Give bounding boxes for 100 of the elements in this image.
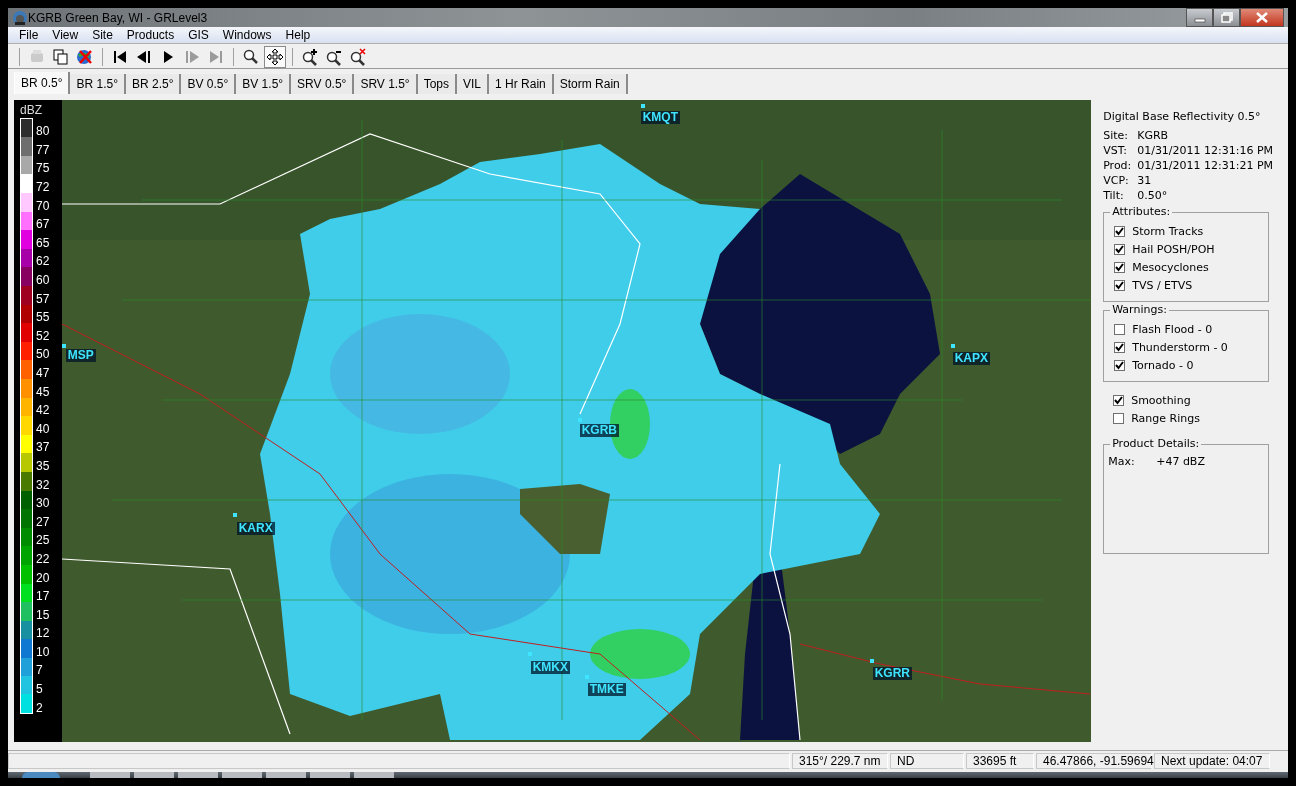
legend-value: 22 — [36, 552, 50, 565]
checkbox-label[interactable]: Hail POSH/POH — [1132, 243, 1215, 257]
info-value: KGRB — [1137, 128, 1169, 144]
menu-item[interactable]: View — [45, 27, 86, 42]
window-title: KGRB Green Bay, WI - GRLevel3 — [28, 10, 209, 25]
status-text: 46.47866, -91.59694 — [1036, 752, 1152, 769]
detail-label: Max: — [1108, 454, 1136, 468]
magnifier-icon — [242, 47, 260, 66]
menu-item[interactable]: Windows — [215, 27, 279, 42]
radar-app-icon — [12, 9, 28, 26]
legend-value: 60 — [36, 274, 50, 286]
checkbox-label[interactable]: Smoothing — [1131, 394, 1191, 408]
legend-value: 77 — [36, 143, 50, 156]
copy-icon — [52, 47, 70, 66]
checkbox[interactable] — [1114, 324, 1126, 336]
tab[interactable]: BV 0.5° — [181, 73, 237, 94]
move-arrows-icon — [266, 47, 284, 66]
tab[interactable]: BR 0.5° — [14, 71, 71, 94]
legend-value: 17 — [36, 590, 50, 603]
status-text: 315°/ 229.7 nm — [792, 752, 888, 769]
detail-value: +47 dBZ — [1156, 454, 1205, 468]
checkbox-label[interactable]: Mesocyclones — [1132, 261, 1209, 275]
menu-item[interactable]: GIS — [181, 27, 216, 42]
tab[interactable]: 1 Hr Rain — [489, 73, 554, 94]
checkbox[interactable] — [1114, 342, 1126, 354]
legend-value: 30 — [36, 497, 50, 510]
checkbox-label[interactable]: TVS / ETVS — [1132, 279, 1193, 293]
checkbox[interactable] — [1114, 262, 1126, 274]
legend-value: 65 — [36, 236, 50, 249]
tab[interactable]: Storm Rain — [553, 73, 628, 94]
checkbox-label[interactable]: Thunderstorm - 0 — [1132, 341, 1228, 355]
checkbox[interactable] — [1114, 360, 1126, 372]
product-title: Digital Base Reflectivity 0.5° — [1103, 109, 1262, 123]
menu-item[interactable]: Site — [85, 27, 120, 42]
legend-value: 25 — [36, 534, 50, 547]
menu-item[interactable]: Products — [119, 27, 182, 42]
group-title: Product Details: — [1110, 436, 1202, 450]
tab[interactable]: SRV 1.5° — [354, 73, 418, 94]
status-text: ND — [890, 752, 964, 769]
legend-value: 20 — [36, 571, 50, 584]
toolbar-button[interactable] — [264, 45, 286, 68]
legend-value: 27 — [36, 515, 50, 528]
info-label: Site: — [1103, 128, 1129, 144]
legend-unit: dBZ — [20, 102, 43, 119]
checkbox[interactable] — [1114, 244, 1126, 256]
legend-value: 52 — [36, 329, 50, 342]
legend-value: 2 — [36, 701, 43, 714]
legend-value: 47 — [36, 366, 50, 379]
status-text: 33695 ft — [966, 752, 1034, 769]
checkbox-label[interactable]: Tornado - 0 — [1132, 359, 1194, 373]
tab[interactable]: BR 2.5° — [125, 73, 182, 94]
checkbox[interactable] — [1113, 413, 1125, 425]
status-text: Next update: 04:07 — [1154, 752, 1270, 769]
tab[interactable]: VIL — [457, 73, 490, 94]
legend-value: 75 — [36, 162, 50, 175]
group-title: Warnings: — [1110, 302, 1169, 316]
info-label: VCP: — [1103, 173, 1130, 189]
close-button[interactable] — [1240, 8, 1284, 27]
legend-value: 70 — [36, 199, 50, 212]
tab[interactable]: SRV 0.5° — [291, 73, 355, 94]
minimize-button[interactable] — [1186, 8, 1213, 27]
info-value: 01/31/2011 12:31:16 PM — [1137, 143, 1274, 159]
legend-value: 15 — [36, 608, 50, 621]
site-marker — [950, 343, 955, 348]
menu-item[interactable]: File — [12, 27, 46, 42]
check-icon — [1114, 396, 1124, 406]
checkbox[interactable] — [1114, 280, 1126, 292]
legend-value: 5 — [36, 683, 43, 696]
legend-value: 7 — [36, 664, 43, 677]
info-value: 0.50° — [1137, 188, 1168, 204]
info-label: Prod: — [1103, 158, 1133, 174]
legend-value: 50 — [36, 348, 50, 361]
checkbox[interactable] — [1113, 395, 1125, 407]
legend-value: 37 — [36, 441, 50, 454]
group-title: Attributes: — [1110, 204, 1173, 218]
legend-value: 10 — [36, 645, 50, 658]
restore-button[interactable] — [1213, 8, 1240, 27]
checkbox-label[interactable]: Storm Tracks — [1132, 225, 1204, 239]
info-value: 01/31/2011 12:31:21 PM — [1137, 158, 1274, 174]
legend-value: 45 — [36, 385, 50, 398]
legend-value: 32 — [36, 478, 50, 491]
menu-item[interactable]: Help — [278, 27, 318, 42]
info-value: 31 — [1137, 173, 1152, 189]
legend-value: 62 — [36, 255, 50, 268]
globe-cross-icon — [76, 47, 94, 66]
legend-value: 42 — [36, 404, 50, 417]
tab[interactable]: Tops — [417, 73, 458, 94]
legend-value: 40 — [36, 422, 50, 435]
legend-value: 35 — [36, 459, 50, 472]
legend-value: 57 — [36, 292, 50, 305]
checkbox-label[interactable]: Flash Flood - 0 — [1132, 323, 1213, 337]
tab[interactable]: BV 1.5° — [236, 73, 292, 94]
checkbox[interactable] — [1114, 226, 1126, 238]
close-icon — [1255, 12, 1269, 23]
zoom-reset-icon — [349, 47, 367, 66]
checkbox-label[interactable]: Range Rings — [1131, 412, 1200, 426]
site-marker — [869, 658, 874, 663]
start-button[interactable] — [22, 772, 60, 778]
tab[interactable]: BR 1.5° — [70, 73, 126, 94]
legend-value: 55 — [36, 311, 50, 324]
